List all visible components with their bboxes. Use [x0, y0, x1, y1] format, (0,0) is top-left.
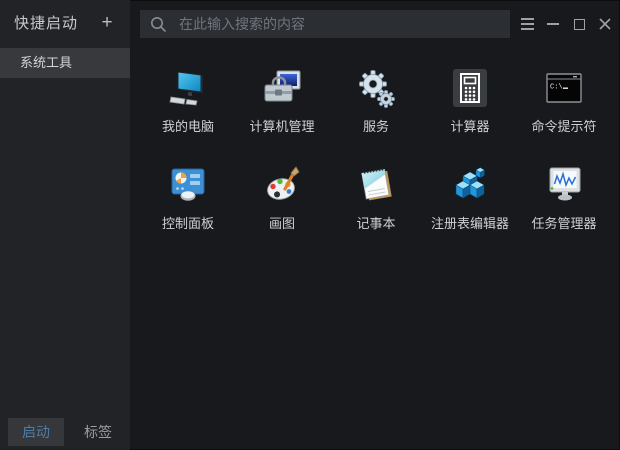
services-gears-icon	[359, 70, 395, 108]
minimize-icon	[547, 23, 559, 25]
app-item-registry-editor[interactable]: 注册表编辑器	[423, 160, 517, 257]
tab-tags[interactable]: 标签	[70, 418, 126, 446]
minimize-button[interactable]	[544, 15, 562, 33]
app-label: 计算机管理	[249, 119, 315, 134]
app-label: 任务管理器	[531, 216, 597, 231]
sidebar-header: 快捷启动 +	[0, 0, 130, 44]
app-item-my-computer[interactable]: 我的电脑	[141, 63, 235, 160]
app-item-calculator[interactable]: 计算器	[423, 63, 517, 160]
app-item-command-prompt[interactable]: C:\ 命令提示符	[517, 63, 611, 160]
app-window: 快捷启动 + 系统工具 启动 标签 在此输入搜索的内容 我的电脑 计算机管理 服…	[0, 0, 620, 450]
computer-management-icon	[264, 70, 301, 102]
notepad-icon	[361, 168, 392, 201]
menu-button[interactable]	[518, 15, 536, 33]
search-box[interactable]	[140, 10, 510, 38]
app-label: 控制面板	[161, 216, 214, 231]
app-label: 画图	[268, 216, 295, 231]
app-item-paint[interactable]: 画图	[235, 160, 329, 257]
app-item-computer-management[interactable]: 计算机管理	[235, 63, 329, 160]
topbar	[130, 0, 620, 48]
app-item-services[interactable]: 服务	[329, 63, 423, 160]
paint-palette-icon	[267, 166, 300, 200]
app-item-control-panel[interactable]: 控制面板	[141, 160, 235, 257]
calculator-icon	[453, 69, 487, 107]
app-item-task-manager[interactable]: 任务管理器	[517, 160, 611, 257]
app-label: 计算器	[450, 119, 490, 134]
my-computer-icon	[169, 71, 203, 106]
app-item-notepad[interactable]: 记事本	[329, 160, 423, 257]
sidebar-tabs: 启动 标签	[8, 418, 126, 446]
search-input[interactable]	[179, 16, 500, 32]
app-title: 快捷启动	[14, 14, 79, 32]
maximize-icon	[573, 18, 585, 30]
close-button[interactable]	[596, 15, 614, 33]
app-label: 命令提示符	[531, 119, 597, 134]
app-label: 注册表编辑器	[430, 216, 509, 231]
task-manager-icon	[549, 167, 581, 201]
tab-tags-label: 标签	[84, 424, 112, 440]
app-label: 我的电脑	[161, 119, 214, 134]
registry-cubes-icon	[455, 167, 485, 199]
plus-icon: +	[101, 11, 113, 33]
tab-launch-label: 启动	[22, 424, 50, 440]
svg-text:C:\: C:\	[550, 84, 563, 92]
main-area: 我的电脑	[130, 0, 620, 450]
control-panel-icon	[171, 168, 205, 201]
maximize-button[interactable]	[570, 15, 588, 33]
hamburger-icon	[520, 18, 534, 20]
window-controls	[510, 15, 614, 33]
app-label: 服务	[362, 119, 389, 134]
sidebar-list: 系统工具	[0, 48, 130, 78]
app-grid: 我的电脑 计算机管理 服务 计算器 C:\ 命令提示符 控制面板 画图 记事本 …	[130, 48, 620, 257]
add-group-button[interactable]: +	[98, 13, 116, 32]
sidebar-item-system-tools[interactable]: 系统工具	[0, 48, 130, 78]
search-icon	[151, 16, 167, 32]
close-icon	[599, 18, 611, 30]
command-prompt-icon: C:\	[546, 73, 582, 103]
tab-launch[interactable]: 启动	[8, 418, 64, 446]
sidebar-item-label: 系统工具	[20, 55, 73, 70]
app-label: 记事本	[356, 216, 396, 231]
sidebar: 快捷启动 + 系统工具 启动 标签	[0, 0, 130, 450]
